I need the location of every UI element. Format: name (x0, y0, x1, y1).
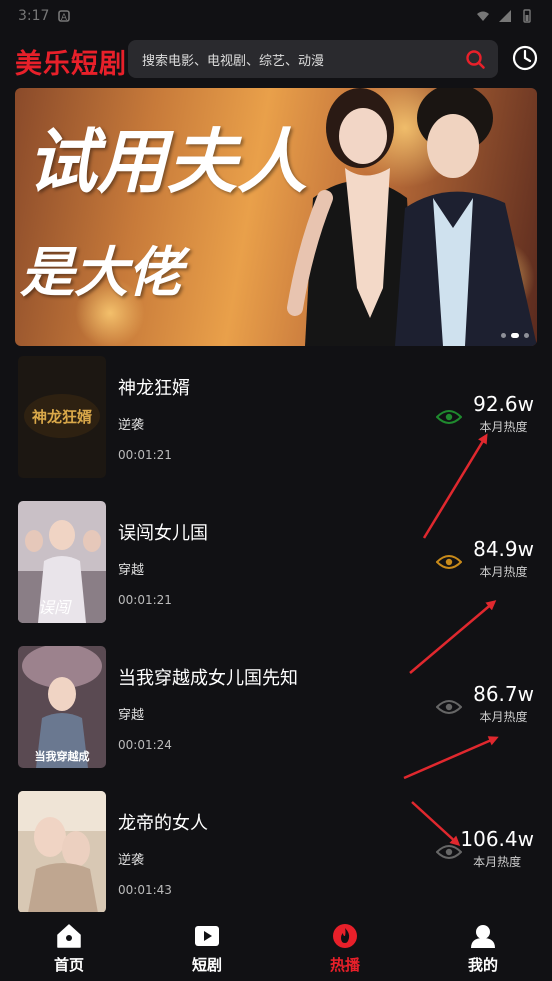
bottom-tab-bar: 首页 短剧 热播 我的 (0, 912, 552, 981)
heat-label: 本月热度 (473, 855, 522, 869)
search-bar[interactable]: 搜索电影、电视剧、综艺、动漫 (128, 40, 498, 78)
heat-stat: 86.7w 本月热度 (473, 682, 534, 725)
banner-carousel[interactable]: 试用夫人 是大佬 (15, 88, 537, 346)
list-item[interactable]: 龙帝的女人 逆袭 00:01:43 106.4w 本月热度 (0, 791, 552, 916)
thumbnail-title-art: 神龙狂婿 (32, 408, 93, 426)
svg-text:A: A (61, 13, 68, 23)
heat-stat: 92.6w 本月热度 (473, 392, 534, 435)
drama-thumbnail[interactable]: 当我穿越成 (18, 646, 106, 768)
home-icon (57, 924, 81, 948)
battery-icon (523, 9, 531, 23)
eye-icon (436, 555, 462, 569)
banner-title-line2: 是大佬 (20, 240, 182, 304)
banner-poster-image (287, 88, 537, 346)
tab-label: 我的 (467, 956, 498, 974)
search-icon[interactable] (464, 48, 486, 70)
list-item[interactable]: 神龙狂婿 神龙狂婿 逆袭 00:01:21 92.6w 本月热度 (0, 356, 552, 481)
eye-icon (436, 700, 462, 714)
heat-value: 106.4w (460, 827, 534, 851)
eye-icon (436, 410, 462, 424)
tab-home[interactable]: 首页 (0, 912, 138, 981)
fire-icon (333, 924, 357, 948)
status-time: 3:17 (18, 8, 50, 24)
drama-title: 当我穿越成女儿国先知 (118, 668, 298, 689)
heat-label: 本月热度 (479, 565, 528, 579)
drama-duration: 00:01:24 (118, 738, 172, 752)
tab-label: 热播 (329, 956, 360, 974)
heat-label: 本月热度 (479, 710, 528, 724)
list-item[interactable]: 误闯 误闯女儿国 穿越 00:01:21 84.9w 本月热度 (0, 501, 552, 626)
eye-icon (436, 845, 462, 859)
drama-tag: 逆袭 (118, 853, 145, 868)
history-icon[interactable] (511, 44, 539, 72)
drama-duration: 00:01:43 (118, 883, 172, 897)
heat-value: 92.6w (473, 392, 534, 416)
drama-tag: 穿越 (118, 563, 145, 578)
play-icon (195, 926, 219, 946)
drama-title: 神龙狂婿 (118, 378, 190, 399)
signal-icon (499, 10, 511, 22)
carousel-dot[interactable] (524, 333, 529, 338)
list-item[interactable]: 当我穿越成 当我穿越成女儿国先知 穿越 00:01:24 86.7w 本月热度 (0, 646, 552, 771)
drama-tag: 穿越 (118, 708, 145, 723)
tab-hot[interactable]: 热播 (276, 912, 414, 981)
carousel-indicator (501, 333, 529, 338)
wifi-icon (477, 11, 489, 21)
carousel-dot[interactable] (501, 333, 506, 338)
heat-stat: 106.4w 本月热度 (460, 827, 534, 870)
drama-thumbnail[interactable]: 误闯 (18, 501, 106, 623)
drama-thumbnail[interactable]: 神龙狂婿 (18, 356, 106, 478)
thumbnail-title-art: 误闯 (38, 598, 72, 617)
drama-tag: 逆袭 (118, 418, 145, 433)
heat-stat: 84.9w 本月热度 (473, 537, 534, 580)
drama-thumbnail[interactable] (18, 791, 106, 913)
header: 美乐短剧 搜索电影、电视剧、综艺、动漫 (0, 36, 552, 84)
search-placeholder: 搜索电影、电视剧、综艺、动漫 (142, 53, 325, 69)
drama-title: 误闯女儿国 (118, 523, 208, 544)
status-bar: 3:17 A (0, 0, 552, 32)
drama-duration: 00:01:21 (118, 593, 172, 607)
heat-label: 本月热度 (479, 420, 528, 434)
app-logo: 美乐短剧 (15, 49, 127, 80)
tab-label: 短剧 (191, 956, 222, 974)
thumbnail-title-art: 当我穿越成 (35, 749, 90, 763)
drama-title: 龙帝的女人 (118, 813, 208, 834)
drama-duration: 00:01:21 (118, 448, 172, 462)
heat-value: 86.7w (473, 682, 534, 706)
user-icon (471, 925, 495, 948)
tab-mine[interactable]: 我的 (414, 912, 552, 981)
notification-icon: A (58, 10, 71, 23)
tab-label: 首页 (53, 956, 84, 974)
carousel-dot-active[interactable] (511, 333, 519, 338)
tab-short-drama[interactable]: 短剧 (138, 912, 276, 981)
heat-value: 84.9w (473, 537, 534, 561)
